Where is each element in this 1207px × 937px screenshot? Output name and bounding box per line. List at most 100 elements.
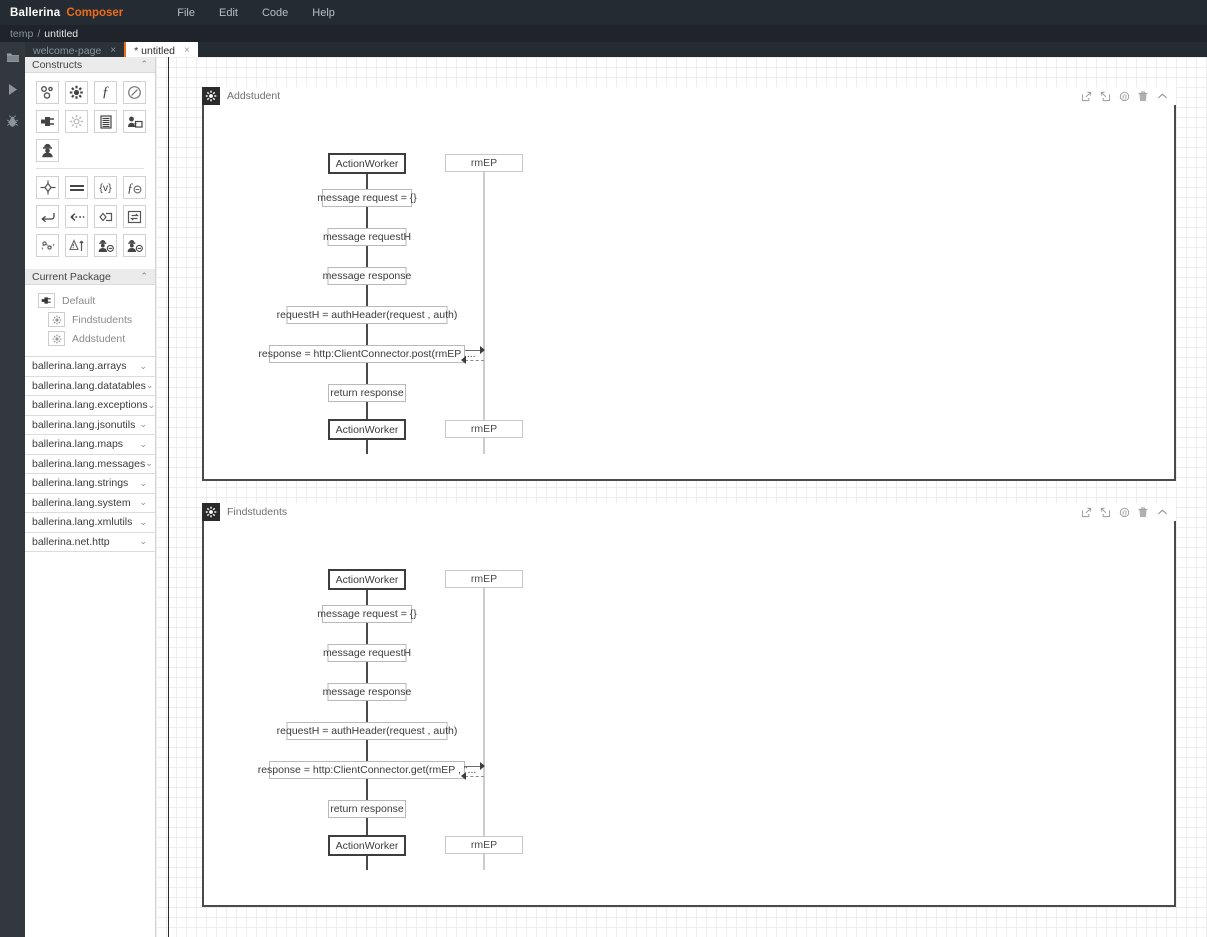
transform-icon[interactable] <box>123 205 146 228</box>
endpoint-icon[interactable] <box>36 110 59 133</box>
debug-icon[interactable] <box>4 112 22 130</box>
chevron-down-icon[interactable]: ⌄ <box>148 400 155 411</box>
tree-item-addstudent[interactable]: Addstudent <box>25 329 155 348</box>
run-icon[interactable] <box>4 80 22 98</box>
service-icon[interactable] <box>36 81 59 104</box>
import-icon[interactable] <box>1099 506 1111 518</box>
close-icon[interactable]: × <box>110 45 116 56</box>
action-invocation-node[interactable]: response = http:ClientConnector.get(rmEP… <box>258 761 476 779</box>
chevron-up-icon[interactable]: ⌃ <box>140 59 148 70</box>
resource-icon <box>48 331 65 346</box>
statement-node[interactable]: message response <box>323 267 411 285</box>
statement-node[interactable]: return response <box>328 384 406 402</box>
function-invocation-icon[interactable]: ƒ <box>123 176 146 199</box>
statement-node[interactable]: message requestH <box>323 644 411 662</box>
worker-node-bottom[interactable]: ActionWorker <box>328 419 406 440</box>
statement-node[interactable]: requestH = authHeader(request , auth) <box>277 306 457 324</box>
package-row-strings[interactable]: ballerina.lang.strings ⌄ <box>25 474 155 494</box>
package-row-arrays[interactable]: ballerina.lang.arrays ⌄ <box>25 357 155 377</box>
diagram-canvas[interactable]: Addstudent @ ActionWorker rmEP message r… <box>156 57 1207 937</box>
diagram-title[interactable]: Findstudents <box>220 503 1076 521</box>
annotation-icon[interactable]: @ <box>1118 90 1130 102</box>
collapse-icon[interactable] <box>1156 506 1168 518</box>
worker-invoke-icon[interactable] <box>94 234 117 257</box>
delete-icon[interactable] <box>1137 506 1149 518</box>
chevron-down-icon[interactable]: ⌄ <box>139 419 147 430</box>
chevron-down-icon[interactable]: ⌄ <box>139 517 147 528</box>
chevron-down-icon[interactable]: ⌄ <box>139 497 147 508</box>
menu-item-file[interactable]: File <box>165 5 207 21</box>
try-catch-icon[interactable] <box>65 234 88 257</box>
chevron-down-icon[interactable]: ⌄ <box>139 536 147 547</box>
endpoint-node-bottom[interactable]: rmEP <box>445 836 523 854</box>
statement-node[interactable]: message requestH <box>323 228 411 246</box>
connector-action-icon[interactable] <box>65 110 88 133</box>
package-row-messages[interactable]: ballerina.lang.messages ⌄ <box>25 454 155 474</box>
diagram-addstudent[interactable]: Addstudent @ ActionWorker rmEP message r… <box>202 87 1176 481</box>
endpoint-node-bottom[interactable]: rmEP <box>445 420 523 438</box>
assignment-icon[interactable] <box>65 176 88 199</box>
breadcrumb-root[interactable]: temp <box>10 28 33 40</box>
worker-node-top[interactable]: ActionWorker <box>328 569 406 590</box>
resource-icon[interactable] <box>65 81 88 104</box>
throw-icon[interactable] <box>94 205 117 228</box>
export-icon[interactable] <box>1080 90 1092 102</box>
constructs-row-1: ƒ <box>36 81 155 104</box>
variable-icon[interactable]: {v} <box>94 176 117 199</box>
close-icon[interactable]: × <box>184 45 190 56</box>
package-row-net-http[interactable]: ballerina.net.http ⌄ <box>25 532 155 552</box>
delete-icon[interactable] <box>1137 90 1149 102</box>
chevron-down-icon[interactable]: ⌄ <box>139 478 147 489</box>
diagram-findstudents[interactable]: Findstudents @ ActionWorker rmEP message… <box>202 503 1176 907</box>
export-icon[interactable] <box>1080 506 1092 518</box>
reply-icon[interactable] <box>65 205 88 228</box>
file-explorer-icon[interactable] <box>4 48 22 66</box>
return-icon[interactable] <box>36 205 59 228</box>
statement-node[interactable]: requestH = authHeader(request , auth) <box>277 722 457 740</box>
import-icon[interactable] <box>1099 90 1111 102</box>
constructs-row-2 <box>36 110 155 133</box>
diagram-title[interactable]: Addstudent <box>220 87 1076 105</box>
fork-join-icon[interactable] <box>36 176 59 199</box>
package-row-system[interactable]: ballerina.lang.system ⌄ <box>25 493 155 513</box>
endpoint-node-top[interactable]: rmEP <box>445 154 523 172</box>
package-row-exceptions[interactable]: ballerina.lang.exceptions ⌄ <box>25 396 155 416</box>
tree-item-default[interactable]: Default <box>25 291 155 310</box>
statement-node[interactable]: return response <box>328 800 406 818</box>
collapse-icon[interactable] <box>1156 90 1168 102</box>
worker-node-bottom[interactable]: ActionWorker <box>328 835 406 856</box>
menu-item-code[interactable]: Code <box>250 5 300 21</box>
while-icon[interactable] <box>36 234 59 257</box>
diagram-body: ActionWorker rmEP message request = {} m… <box>202 105 1176 481</box>
menu-item-help[interactable]: Help <box>300 5 347 21</box>
chevron-down-icon[interactable]: ⌄ <box>145 458 153 469</box>
statement-node[interactable]: message request = {} <box>317 605 417 623</box>
package-row-xmlutils[interactable]: ballerina.lang.xmlutils ⌄ <box>25 513 155 533</box>
action-invocation-node[interactable]: response = http:ClientConnector.post(rmE… <box>258 345 476 363</box>
package-row-datatables[interactable]: ballerina.lang.datatables ⌄ <box>25 376 155 396</box>
annotation-icon[interactable] <box>123 110 146 133</box>
constructs-row-6 <box>36 234 155 257</box>
package-row-maps[interactable]: ballerina.lang.maps ⌄ <box>25 435 155 455</box>
function-icon[interactable]: ƒ <box>94 81 117 104</box>
statement-node[interactable]: message response <box>323 683 411 701</box>
chevron-up-icon[interactable]: ⌃ <box>140 271 148 282</box>
tree-item-findstudents[interactable]: Findstudents <box>25 310 155 329</box>
connector-icon[interactable] <box>123 81 146 104</box>
struct-icon[interactable] <box>94 110 117 133</box>
constructs-header[interactable]: Constructs ⌃ <box>25 57 155 73</box>
chevron-down-icon[interactable]: ⌄ <box>139 361 147 372</box>
worker-icon[interactable] <box>36 139 59 162</box>
diagram-actions: @ <box>1076 503 1176 521</box>
app-brand-accent: Composer <box>66 6 124 19</box>
current-package-header[interactable]: Current Package ⌃ <box>25 269 155 285</box>
annotation-icon[interactable]: @ <box>1118 506 1130 518</box>
worker-node-top[interactable]: ActionWorker <box>328 153 406 174</box>
worker-reply-icon[interactable] <box>123 234 146 257</box>
statement-node[interactable]: message request = {} <box>317 189 417 207</box>
chevron-down-icon[interactable]: ⌄ <box>146 380 154 391</box>
chevron-down-icon[interactable]: ⌄ <box>139 439 147 450</box>
endpoint-node-top[interactable]: rmEP <box>445 570 523 588</box>
package-row-jsonutils[interactable]: ballerina.lang.jsonutils ⌄ <box>25 415 155 435</box>
menu-item-edit[interactable]: Edit <box>207 5 250 21</box>
